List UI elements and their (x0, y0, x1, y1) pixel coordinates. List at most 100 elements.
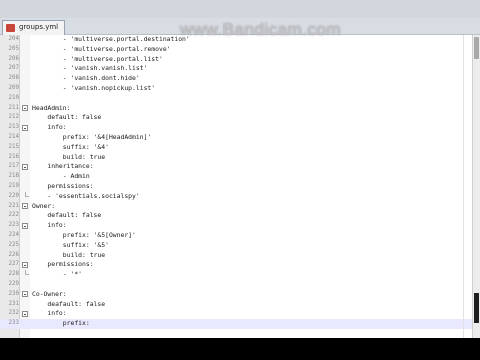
line-number: 212 (8, 114, 19, 121)
line-number: 209 (8, 84, 19, 91)
right-margin-line (463, 35, 464, 338)
line-number: 208 (8, 75, 19, 82)
code-line[interactable]: 210 (0, 94, 472, 104)
fold-toggle-icon[interactable] (22, 124, 28, 131)
code-text: default: false (32, 113, 102, 122)
tab-groups-yml[interactable]: groups.yml (2, 20, 66, 35)
line-number: 232 (8, 310, 19, 317)
line-number: 205 (8, 45, 19, 52)
code-line[interactable]: 214 prefix: '&4[HeadAdmin]' (0, 133, 472, 143)
line-number: 211 (8, 104, 19, 111)
scrollbar-thumb[interactable] (474, 37, 479, 59)
line-number: 218 (8, 173, 19, 180)
code-text: prefix: '&5[Owner]' (32, 230, 136, 239)
code-text: prefix: (32, 319, 90, 328)
fold-toggle-icon[interactable] (22, 291, 28, 298)
line-number: 216 (8, 153, 19, 160)
code-line[interactable]: 205 - 'multiverse.portal.remove' (0, 45, 472, 55)
fold-end-marker (24, 191, 29, 197)
line-number: 224 (8, 231, 19, 238)
code-text: - 'vanish.vanish.list' (32, 64, 148, 73)
line-number: 214 (8, 133, 19, 140)
screen-bottom-bar (0, 338, 480, 360)
code-line[interactable]: 223 info: (0, 221, 472, 231)
code-text: - 'essentials.socialspy' (32, 191, 140, 200)
code-lines[interactable]: 204 - 'multiverse.portal.destination' 205… (0, 35, 472, 329)
code-text: deafault: false (32, 299, 106, 308)
code-text: info: (32, 221, 67, 230)
code-text: permissions: (32, 260, 94, 269)
editor-window: groups.yml 204 - 'multiverse.portal.dest… (0, 0, 480, 338)
code-text: - 'multiverse.portal.destination' (32, 35, 190, 43)
line-number: 215 (8, 143, 19, 150)
fold-toggle-icon[interactable] (22, 203, 28, 210)
code-line[interactable]: 215 suffix: '&4' (0, 143, 472, 153)
code-line[interactable]: 220 - 'essentials.socialspy' (0, 191, 472, 202)
code-line[interactable]: 221 Owner: (0, 202, 472, 212)
fold-toggle-icon[interactable] (22, 310, 28, 317)
code-text: prefix: '&4[HeadAdmin]' (32, 132, 152, 141)
code-text: info: (32, 309, 67, 318)
line-number: 228 (8, 271, 19, 278)
code-text: build: true (32, 250, 106, 259)
tab-label: groups.yml (19, 23, 59, 31)
code-line[interactable]: 207 - 'vanish.vanish.list' (0, 64, 472, 74)
line-number: 226 (8, 251, 19, 258)
code-text: - Admin (32, 172, 90, 181)
code-line[interactable]: 211 HeadAdmin: (0, 104, 472, 114)
line-number: 221 (8, 202, 19, 209)
code-line[interactable]: 232 info: (0, 309, 472, 319)
code-line[interactable]: 228 - '*' (0, 270, 472, 280)
fold-toggle-icon[interactable] (22, 222, 28, 229)
scrollbar-marker (474, 293, 479, 323)
line-number: 207 (8, 65, 19, 72)
code-line[interactable]: 230 Co-Owner: (0, 290, 472, 300)
fold-toggle-icon[interactable] (22, 163, 28, 170)
code-line[interactable]: 226 build: true (0, 251, 472, 261)
fold-toggle-icon[interactable] (22, 261, 28, 268)
line-number: 213 (8, 124, 19, 131)
code-text: - 'multiverse.portal.list' (32, 54, 163, 63)
code-line[interactable]: 216 build: true (0, 153, 472, 163)
code-line[interactable]: 219 permissions: (0, 182, 472, 192)
line-number: 217 (8, 163, 19, 170)
code-line[interactable]: 218 - Admin (0, 172, 472, 182)
line-number: 220 (8, 192, 19, 199)
line-number: 223 (8, 222, 19, 229)
code-line[interactable]: 217 inheritance: (0, 162, 472, 172)
fold-end-marker (24, 270, 29, 276)
line-number: 204 (8, 36, 19, 42)
code-text: inheritance: (32, 162, 94, 171)
yml-file-icon (6, 24, 15, 32)
code-text: - '*' (32, 270, 83, 279)
code-text: Co-Owner: (32, 289, 67, 298)
code-line[interactable]: 224 prefix: '&5[Owner]' (0, 231, 472, 241)
vertical-scrollbar[interactable] (472, 35, 480, 338)
line-number: 219 (8, 182, 19, 189)
code-line[interactable]: 227 permissions: (0, 260, 472, 270)
code-editor[interactable]: 204 - 'multiverse.portal.destination' 205… (0, 35, 472, 338)
line-number: 222 (8, 212, 19, 219)
code-text: - 'multiverse.portal.remove' (32, 44, 171, 53)
code-text: info: (32, 123, 67, 132)
code-line[interactable]: 233 prefix: (0, 319, 472, 329)
code-line[interactable]: 208 - 'vanish.dont.hide' (0, 74, 472, 84)
code-line[interactable]: 231 deafault: false (0, 300, 472, 310)
line-number: 227 (8, 261, 19, 268)
code-line[interactable]: 222 default: false (0, 211, 472, 221)
line-number: 225 (8, 241, 19, 248)
code-text: - 'vanish.nopickup.list' (32, 83, 156, 92)
bandicam-watermark: www.Bandicam.com (180, 20, 342, 39)
code-line[interactable]: 213 info: (0, 123, 472, 133)
code-text: suffix: '&4' (32, 142, 109, 151)
line-number: 233 (8, 320, 19, 327)
fold-toggle-icon[interactable] (22, 105, 28, 112)
line-number: 230 (8, 290, 19, 297)
code-line[interactable]: 225 suffix: '&5' (0, 241, 472, 251)
line-number: 210 (8, 94, 19, 101)
code-line[interactable]: 229 (0, 280, 472, 290)
code-text: HeadAdmin: (32, 103, 71, 112)
code-line[interactable]: 212 default: false (0, 113, 472, 123)
code-line[interactable]: 209 - 'vanish.nopickup.list' (0, 84, 472, 94)
code-line[interactable]: 206 - 'multiverse.portal.list' (0, 55, 472, 65)
